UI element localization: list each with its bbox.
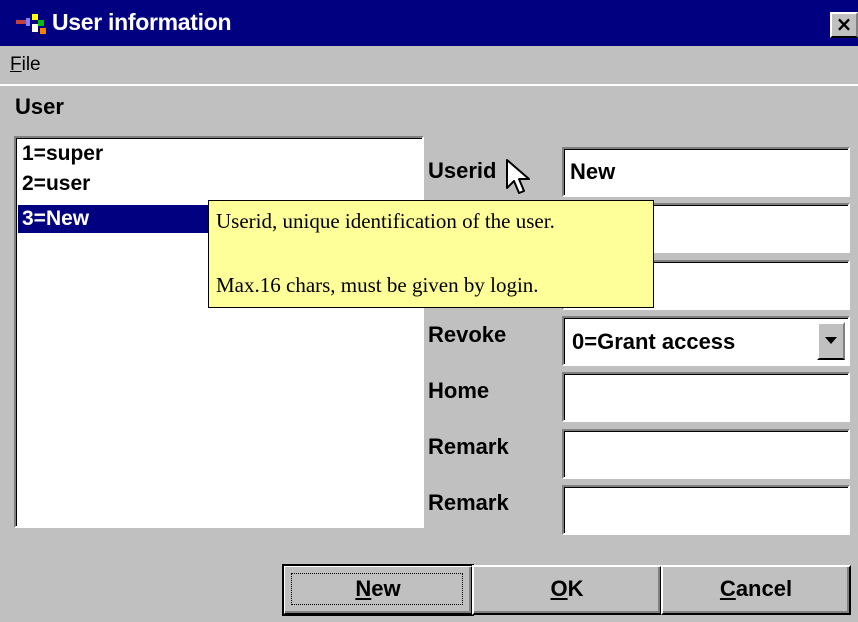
- mouse-pointer-icon: [506, 159, 530, 194]
- user-information-window: User information × File User 1=super 2=u…: [0, 0, 858, 622]
- menu-file[interactable]: File: [10, 54, 41, 76]
- focus-rect: [291, 573, 463, 605]
- tooltip-line-1: Userid, unique identification of the use…: [216, 209, 555, 233]
- home-label: Home: [428, 378, 490, 403]
- remark-field-1[interactable]: [562, 429, 850, 479]
- tooltip-line-2: Max.16 chars, must be given by login.: [216, 273, 539, 297]
- home-field[interactable]: [562, 372, 850, 422]
- dropdown-arrow-icon[interactable]: [817, 322, 845, 360]
- ok-button-rest: K: [567, 576, 584, 601]
- cancel-button-mnemonic: C: [719, 576, 736, 601]
- userid-field[interactable]: New: [562, 147, 850, 197]
- new-button[interactable]: New: [282, 564, 474, 616]
- menu-separator: [0, 84, 858, 86]
- list-item-user[interactable]: 2=user: [18, 170, 208, 198]
- cancel-button-rest: ancel: [735, 576, 793, 601]
- userid-label: Userid: [428, 158, 497, 183]
- userid-tooltip: Userid, unique identification of the use…: [208, 200, 654, 308]
- remark-label-1: Remark: [428, 434, 509, 459]
- menu-bar: File: [0, 46, 858, 85]
- revoke-value: 0=Grant access: [572, 329, 736, 354]
- title-bar[interactable]: User information ×: [0, 0, 858, 46]
- section-label: User: [15, 94, 64, 119]
- remark-label-2: Remark: [428, 490, 509, 515]
- revoke-select[interactable]: 0=Grant access: [562, 316, 850, 366]
- ok-button[interactable]: OK: [472, 565, 662, 615]
- app-icon: [16, 14, 46, 34]
- menu-file-rest: ile: [21, 54, 41, 75]
- close-icon[interactable]: ×: [830, 12, 858, 38]
- menu-file-mnemonic: F: [10, 54, 22, 75]
- user-listbox[interactable]: 1=super 2=user 3=New: [14, 136, 424, 528]
- ok-button-mnemonic: O: [550, 576, 568, 601]
- window-title: User information: [52, 9, 232, 35]
- cancel-button[interactable]: Cancel: [661, 565, 851, 615]
- list-item-super[interactable]: 1=super: [18, 140, 208, 168]
- remark-field-2[interactable]: [562, 485, 850, 535]
- list-item-new[interactable]: 3=New: [18, 205, 208, 233]
- revoke-label: Revoke: [428, 322, 507, 347]
